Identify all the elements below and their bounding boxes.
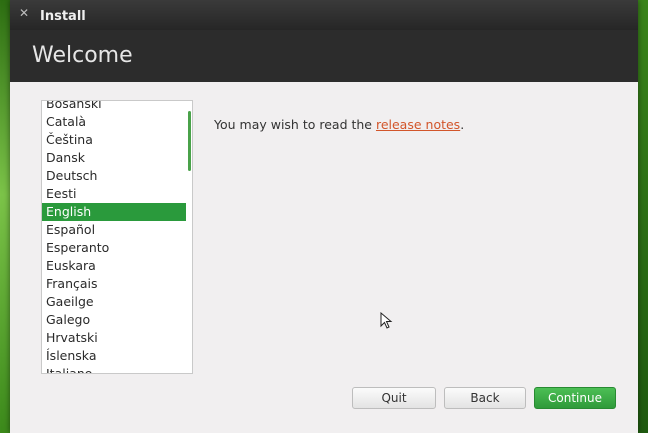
message-suffix: . [460,117,465,132]
language-item[interactable]: Español [42,221,186,239]
release-notes-message: You may wish to read the release notes. [214,117,464,132]
language-item[interactable]: Deutsch [42,167,186,185]
list-scrollbar[interactable] [188,111,191,171]
page-title: Welcome [32,43,133,68]
language-list[interactable]: Bosanski Català Čeština Dansk Deutsch Ee… [41,100,193,374]
quit-button[interactable]: Quit [352,387,436,409]
language-item[interactable]: Dansk [42,149,186,167]
language-item[interactable]: Esperanto [42,239,186,257]
release-notes-link[interactable]: release notes [376,117,460,132]
title-bar: ✕ Install [10,0,638,30]
installer-window: ✕ Install Welcome Bosanski Català Češtin… [10,0,638,433]
language-item-selected[interactable]: English [42,203,186,221]
language-item[interactable]: Eesti [42,185,186,203]
language-item[interactable]: Bosanski [42,101,186,113]
mouse-pointer-icon [380,312,393,329]
message-text: You may wish to read the [214,117,376,132]
language-item[interactable]: Italiano [42,365,186,373]
back-button[interactable]: Back [444,387,526,409]
language-item[interactable]: Català [42,113,186,131]
language-item[interactable]: Íslenska [42,347,186,365]
window-title: Install [40,9,86,24]
continue-button[interactable]: Continue [534,387,616,409]
language-item[interactable]: Čeština [42,131,186,149]
header-banner: Welcome [10,30,638,82]
language-item[interactable]: Hrvatski [42,329,186,347]
close-icon[interactable]: ✕ [19,6,29,20]
language-item[interactable]: Français [42,275,186,293]
language-item[interactable]: Galego [42,311,186,329]
language-item[interactable]: Euskara [42,257,186,275]
language-item[interactable]: Gaeilge [42,293,186,311]
